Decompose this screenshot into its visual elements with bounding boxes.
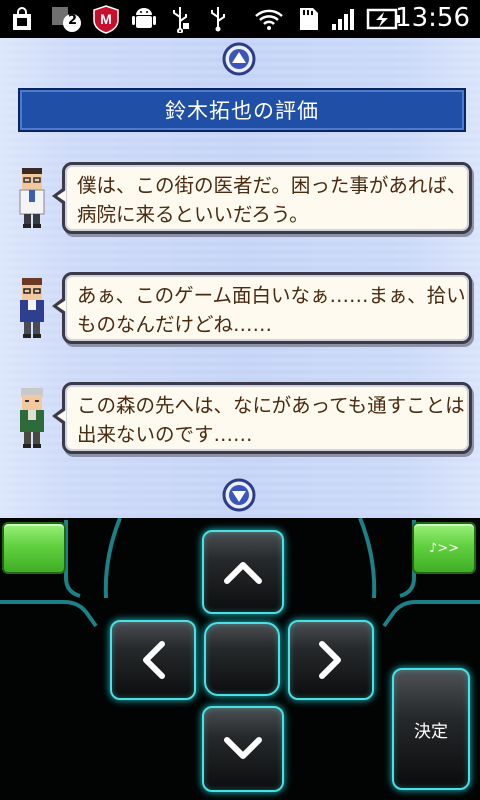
- triangle-up-icon[interactable]: [222, 42, 256, 76]
- chevron-up-icon: [224, 562, 262, 584]
- shopping-bag-icon: [8, 5, 36, 33]
- old-man-avatar-icon: [12, 386, 52, 450]
- page-title: 鈴木拓也の評価: [18, 88, 466, 132]
- usb-icon: [166, 5, 194, 33]
- svg-text:M: M: [100, 11, 112, 27]
- speech-bubble: あぁ、このゲーム面白いなぁ……まぁ、拾いものなんだけどね……: [52, 272, 472, 344]
- bubble-tail-inner: [57, 410, 66, 422]
- controller-panel: ♪>> 決定: [0, 518, 480, 800]
- notification-count-icon: 2: [50, 5, 86, 33]
- signal-icon: [330, 5, 360, 33]
- speech-bubble: この森の先へは、なにがあっても通すことは出来ないのです……: [52, 382, 472, 454]
- dpad-left-button[interactable]: [110, 620, 196, 700]
- dpad-up-button[interactable]: [202, 530, 284, 614]
- review-entry-elder: この森の先へは、なにがあっても通すことは出来ないのです……: [0, 382, 480, 462]
- bubble-tail-inner: [57, 190, 66, 202]
- dialogue-text: 僕は、この街の医者だ。困った事があれば、病院に来るといいだろう。: [77, 174, 467, 226]
- sound-button[interactable]: ♪>>: [412, 522, 476, 574]
- glasses-man-avatar-icon: [12, 276, 52, 340]
- review-entry-gamer: あぁ、このゲーム面白いなぁ……まぁ、拾いものなんだけどね……: [0, 272, 480, 352]
- triangle-down-icon[interactable]: [222, 478, 256, 512]
- menu-button[interactable]: [2, 522, 66, 574]
- bubble-tail-inner: [57, 300, 66, 312]
- dialogue-text: あぁ、このゲーム面白いなぁ……まぁ、拾いものなんだけどね……: [77, 284, 466, 336]
- doctor-avatar-icon: [12, 166, 52, 230]
- mcafee-icon: M: [90, 5, 122, 34]
- chevron-right-icon: [319, 641, 341, 679]
- chevron-down-icon: [224, 737, 262, 759]
- usb-icon-2: [204, 5, 232, 33]
- review-entry-doctor: 僕は、この街の医者だ。困った事があれば、病院に来るといいだろう。: [0, 162, 480, 242]
- android-debug-icon: [128, 5, 160, 33]
- chevron-left-icon: [143, 641, 165, 679]
- sd-card-icon: [296, 5, 322, 33]
- dpad-center: [204, 622, 280, 696]
- confirm-button[interactable]: 決定: [392, 668, 470, 790]
- speech-bubble: 僕は、この街の医者だ。困った事があれば、病院に来るといいだろう。: [52, 162, 472, 234]
- status-bar: 2 M 13:56: [0, 0, 480, 38]
- wifi-icon: [254, 5, 284, 33]
- dialogue-text: この森の先へは、なにがあっても通すことは出来ないのです……: [77, 394, 465, 446]
- dpad-right-button[interactable]: [288, 620, 374, 700]
- game-screen: 鈴木拓也の評価 僕は、この街の医者だ。困った事があれば、病院に来るといいだろう。: [0, 38, 480, 518]
- notification-count: 2: [68, 13, 78, 28]
- status-time: 13:56: [395, 3, 470, 33]
- dpad-down-button[interactable]: [202, 706, 284, 792]
